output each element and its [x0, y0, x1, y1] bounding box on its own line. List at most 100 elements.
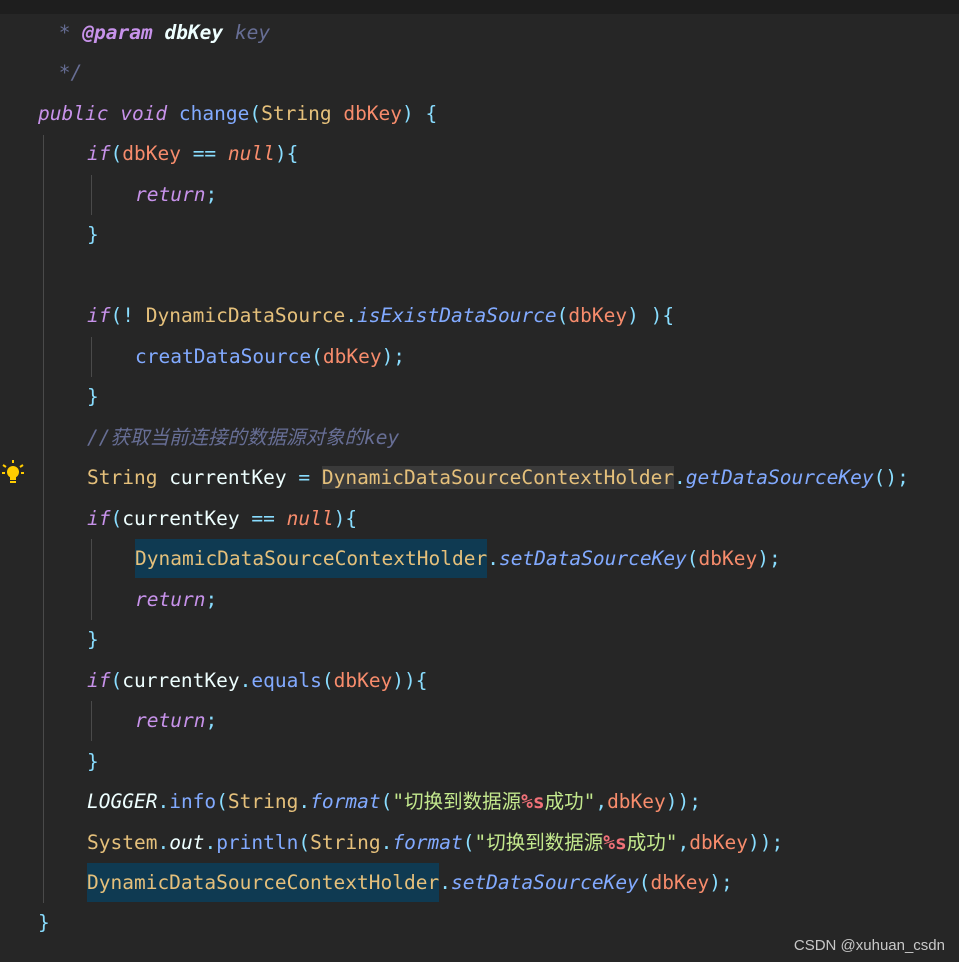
code-token: currentKey	[122, 669, 240, 692]
code-token: dbKey	[122, 142, 181, 165]
selected-identifier: DynamicDataSourceContextHolder	[321, 466, 675, 489]
code-token: *	[47, 21, 83, 44]
code-token: creatDataSource	[135, 345, 312, 368]
code-token: info	[169, 790, 217, 813]
code-line[interactable]: public void change(String dbKey) {	[38, 94, 959, 134]
code-line[interactable]: DynamicDataSourceContextHolder.setDataSo…	[87, 863, 959, 903]
code-token: ;	[205, 709, 218, 732]
code-token: public	[38, 102, 109, 125]
indent-guide-if-4	[91, 701, 92, 741]
code-line[interactable]: return;	[135, 175, 959, 215]
code-line[interactable]: }	[87, 215, 959, 255]
code-token: .	[157, 831, 170, 854]
code-token: )	[402, 102, 414, 125]
code-token: null	[227, 142, 275, 165]
code-token: equals	[251, 669, 322, 692]
code-token: );	[709, 871, 733, 894]
code-token: if	[87, 142, 111, 165]
code-token: (	[556, 304, 569, 327]
code-line[interactable]: if(currentKey.equals(dbKey)){	[87, 661, 959, 701]
code-line[interactable]: if(! DynamicDataSource.isExistDataSource…	[87, 296, 959, 336]
code-token: .	[487, 547, 499, 570]
code-token: currentKey	[157, 466, 299, 489]
code-token: @param	[82, 21, 153, 44]
code-token: dbKey	[568, 304, 628, 327]
code-line[interactable]: creatDataSource(dbKey);	[135, 337, 959, 377]
code-token: key	[223, 21, 271, 44]
code-editor[interactable]: * @param dbKey key */public void change(…	[0, 0, 959, 962]
code-token: }	[87, 750, 99, 773]
code-token: null	[286, 507, 334, 530]
code-token: (	[298, 831, 311, 854]
highlighted-reference: DynamicDataSourceContextHolder	[87, 863, 440, 902]
code-token: (	[110, 507, 123, 530]
code-token: return	[135, 588, 206, 611]
code-token: =	[298, 466, 311, 489]
code-line[interactable]: //获取当前连接的数据源对象的key	[87, 418, 959, 458]
code-token: (	[216, 790, 228, 813]
code-token: }	[87, 223, 99, 246]
code-line[interactable]: return;	[135, 580, 959, 620]
code-token: setDataSourceKey	[498, 547, 687, 570]
code-line[interactable]: }	[87, 742, 959, 782]
code-token: %s	[521, 790, 545, 813]
code-token: "切换到数据源	[392, 790, 522, 813]
code-line[interactable]: }	[87, 620, 959, 660]
code-token: ));	[747, 831, 784, 854]
code-token: (	[462, 831, 475, 854]
code-token: String	[310, 831, 381, 854]
code-token: String	[261, 102, 332, 125]
code-token: (	[321, 669, 334, 692]
code-token: }	[87, 628, 99, 651]
indent-guide-if-2	[91, 337, 92, 377]
code-token: ){	[333, 507, 358, 530]
code-token: if	[87, 304, 111, 327]
code-token: ))	[392, 669, 416, 692]
code-token: dbKey	[650, 871, 710, 894]
code-token: (	[638, 871, 651, 894]
code-line[interactable]: if(currentKey == null){	[87, 499, 959, 539]
indent-guide-method	[43, 135, 44, 903]
code-token: ){	[650, 304, 675, 327]
code-token: {	[415, 669, 428, 692]
code-line[interactable]: String currentKey = DynamicDataSourceCon…	[87, 458, 959, 498]
code-line[interactable]: }	[87, 377, 959, 417]
code-token: dbKey	[607, 790, 666, 813]
code-token: currentKey	[122, 507, 240, 530]
code-token: )	[627, 304, 639, 327]
code-token: .	[674, 466, 686, 489]
watermark: CSDN @xuhuan_csdn	[793, 937, 945, 954]
code-line[interactable]: if(dbKey == null){	[87, 134, 959, 174]
code-line[interactable]: System.out.println(String.format("切换到数据源…	[87, 823, 959, 863]
code-line[interactable]: LOGGER.info(String.format("切换到数据源%s成功",d…	[87, 782, 959, 822]
code-token: System	[87, 831, 158, 854]
code-token: getDataSourceKey	[685, 466, 874, 489]
lightbulb-icon[interactable]	[2, 460, 24, 486]
code-line[interactable]: DynamicDataSourceContextHolder.setDataSo…	[135, 539, 959, 579]
code-token: 成功"	[626, 831, 678, 854]
code-token: dbKey	[689, 831, 748, 854]
code-token: .	[239, 669, 252, 692]
code-token: //获取当前连接的数据源对象的key	[87, 426, 400, 449]
code-token: if	[87, 669, 111, 692]
code-line[interactable]: return;	[135, 701, 959, 741]
code-line[interactable]: */	[47, 53, 959, 93]
code-token: );	[381, 345, 406, 368]
code-token: (	[380, 790, 393, 813]
code-token: .	[157, 790, 170, 813]
code-line[interactable]: * @param dbKey key	[47, 13, 959, 53]
code-line[interactable]	[87, 256, 959, 296]
code-token: .	[345, 304, 358, 327]
code-token: %s	[603, 831, 627, 854]
code-token: .	[204, 831, 217, 854]
code-token: return	[135, 709, 206, 732]
code-token: String	[227, 790, 299, 813]
code-token: ==	[251, 507, 275, 530]
